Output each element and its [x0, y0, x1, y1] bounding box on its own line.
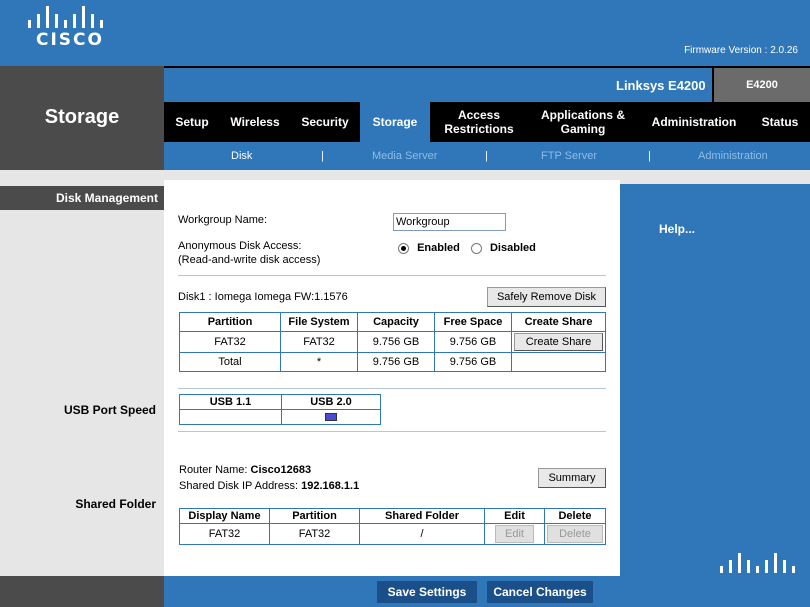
cell-display-name: FAT32: [179, 523, 270, 545]
help-panel: [620, 184, 810, 576]
table-row: FAT32 FAT32 9.756 GB 9.756 GB Create Sha…: [179, 331, 606, 353]
cisco-logo-bars-icon: [716, 553, 796, 573]
tab-security[interactable]: Security: [290, 102, 360, 142]
table-header-row: Partition File System Capacity Free Spac…: [179, 312, 606, 332]
usb-port-speed-label: USB Port Speed: [63, 403, 156, 417]
tab-wireless[interactable]: Wireless: [220, 102, 290, 142]
anonymous-label: Anonymous Disk Access:: [178, 240, 302, 252]
router-name-value: Cisco12683: [250, 464, 312, 476]
header-edit: Edit: [484, 508, 545, 524]
subnav-separator: |: [485, 150, 488, 162]
enabled-radio[interactable]: [398, 242, 409, 254]
subnav-separator: |: [321, 150, 324, 162]
workgroup-label: Workgroup Name:: [178, 214, 268, 226]
disk-title: Disk1 : Iomega Iomega FW:1.1576: [178, 291, 348, 303]
router-name-label: Router Name:: [179, 464, 248, 476]
cisco-logo-bars-icon: [28, 6, 108, 28]
cell-delete: Delete: [544, 523, 606, 545]
tab-setup[interactable]: Setup: [164, 102, 220, 142]
disk-management-label: Disk Management: [55, 191, 158, 205]
header-delete: Delete: [544, 508, 606, 524]
left-column: [0, 210, 164, 576]
cell-free-space: 9.756 GB: [434, 352, 512, 372]
cell-capacity: 9.756 GB: [357, 331, 435, 353]
cell-create-share: [511, 352, 606, 372]
divider: [178, 431, 606, 432]
header-usb-1-1: USB 1.1: [179, 394, 282, 410]
usb-1-1-cell: [179, 409, 282, 425]
workgroup-input[interactable]: [393, 213, 506, 231]
shared-folder-label: Shared Folder: [75, 497, 156, 511]
subtab-administration[interactable]: Administration: [698, 150, 768, 162]
divider: [178, 275, 606, 276]
tab-storage[interactable]: Storage: [360, 102, 430, 142]
subtab-ftp-server[interactable]: FTP Server: [541, 150, 597, 162]
help-link[interactable]: Help...: [659, 222, 695, 236]
router-name: Router Name: Cisco12683: [179, 464, 311, 476]
delete-button[interactable]: Delete: [547, 525, 603, 543]
tab-applications-gaming[interactable]: Applications & Gaming: [528, 102, 638, 142]
shared-disk-ip-value: 192.168.1.1: [301, 480, 360, 492]
header-create-share: Create Share: [511, 312, 606, 332]
disk-table: Partition File System Capacity Free Spac…: [179, 312, 606, 372]
model-number: E4200: [746, 79, 778, 91]
cell-partition: Total: [179, 352, 281, 372]
cell-file-system: FAT32: [280, 331, 358, 353]
create-share-button[interactable]: Create Share: [514, 333, 603, 351]
save-settings-button[interactable]: Save Settings: [377, 581, 477, 603]
subtab-media-server[interactable]: Media Server: [372, 150, 437, 162]
footer-left: [0, 576, 164, 607]
cell-partition: FAT32: [269, 523, 360, 545]
header-file-system: File System: [280, 312, 358, 332]
usb-speed-indicator-icon: [325, 413, 337, 422]
tab-status[interactable]: Status: [750, 102, 810, 142]
shared-disk-ip-label: Shared Disk IP Address:: [179, 480, 299, 492]
header-capacity: Capacity: [357, 312, 435, 332]
table-header-row: Display Name Partition Shared Folder Edi…: [179, 508, 606, 524]
cell-free-space: 9.756 GB: [434, 331, 512, 353]
cancel-changes-button[interactable]: Cancel Changes: [487, 581, 593, 603]
disabled-radio[interactable]: [470, 242, 482, 254]
enabled-label: Enabled: [417, 242, 460, 254]
cell-create-share: Create Share: [511, 331, 606, 353]
top-banner: [0, 0, 810, 66]
anonymous-sublabel: (Read-and-write disk access): [178, 254, 321, 266]
subnav-separator: |: [648, 150, 651, 162]
cisco-logo: CISCO: [28, 6, 108, 52]
table-row: Total * 9.756 GB 9.756 GB: [179, 352, 606, 372]
disabled-label: Disabled: [489, 242, 536, 254]
cell-partition: FAT32: [179, 331, 281, 353]
product-name: Linksys E4200: [616, 78, 706, 93]
cell-shared-folder: /: [359, 523, 485, 545]
cisco-logo-text: CISCO: [36, 30, 104, 50]
page-title: Storage: [44, 106, 120, 128]
shared-folder-table: Display Name Partition Shared Folder Edi…: [179, 508, 606, 545]
header-usb-2-0: USB 2.0: [281, 394, 381, 410]
usb-2-0-cell: [281, 409, 381, 425]
cell-file-system: *: [280, 352, 358, 372]
anonymous-options: Enabled Disabled: [398, 242, 536, 254]
table-row: FAT32 FAT32 / Edit Delete: [179, 523, 606, 545]
header-partition: Partition: [179, 312, 281, 332]
safely-remove-disk-button[interactable]: Safely Remove Disk: [487, 287, 606, 307]
usb-speed-table: USB 1.1 USB 2.0: [179, 394, 381, 425]
tab-administration[interactable]: Administration: [638, 102, 750, 142]
tab-access-restrictions[interactable]: Access Restrictions: [430, 102, 528, 142]
header-free-space: Free Space: [434, 312, 512, 332]
table-header-row: USB 1.1 USB 2.0: [179, 394, 381, 410]
header-shared-folder: Shared Folder: [359, 508, 485, 524]
cell-capacity: 9.756 GB: [357, 352, 435, 372]
subtab-disk[interactable]: Disk: [231, 150, 252, 162]
table-row: [179, 409, 381, 425]
header-display-name: Display Name: [179, 508, 270, 524]
firmware-version: Firmware Version : 2.0.26: [684, 45, 798, 56]
divider: [178, 388, 606, 389]
summary-button[interactable]: Summary: [538, 468, 606, 488]
header-partition: Partition: [269, 508, 360, 524]
cell-edit: Edit: [484, 523, 545, 545]
shared-disk-ip: Shared Disk IP Address: 192.168.1.1: [179, 480, 359, 492]
edit-button[interactable]: Edit: [495, 525, 534, 543]
